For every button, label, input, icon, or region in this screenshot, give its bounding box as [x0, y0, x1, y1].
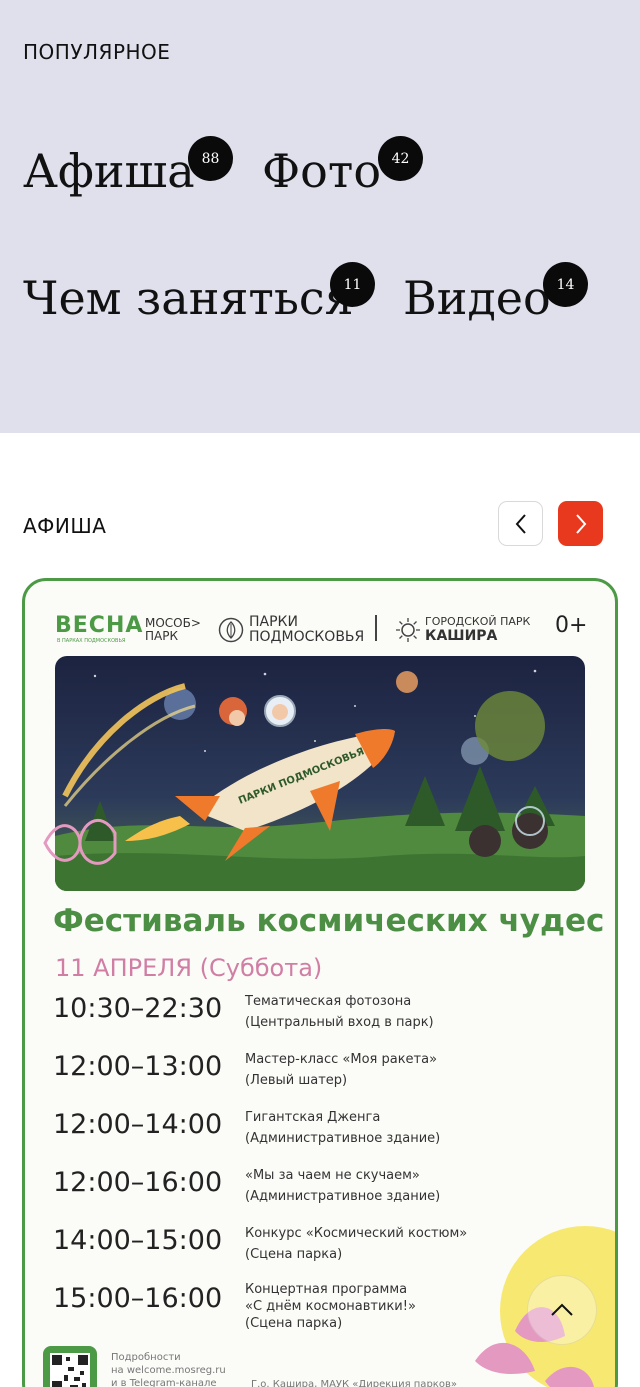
decorative-bow	[43, 818, 117, 865]
kashira-logo-name: КАШИРА	[425, 628, 498, 644]
poster-footer-details: Подробности на welcome.mosreg.ru и в Tel…	[111, 1351, 226, 1387]
schedule-description: «Мы за чаем не скучаем» (Административное…	[245, 1165, 440, 1207]
schedule-activity: Мастер-класс «Моя ракета»	[245, 1052, 438, 1067]
schedule-activity: Тематическая фотозона	[245, 994, 412, 1009]
footer-line: на welcome.mosreg.ru	[111, 1365, 226, 1376]
popular-link-photo[interactable]: Фото	[262, 148, 381, 194]
schedule-activity: Концертная программа	[245, 1282, 408, 1297]
schedule-location: (Административное здание)	[245, 1131, 441, 1146]
cat-character	[512, 813, 548, 849]
schedule-description: Тематическая фотозона (Центральный вход в…	[245, 991, 434, 1033]
schedule-location: (Сцена парка)	[245, 1316, 343, 1331]
kashira-park-logo: ГОРОДСКОЙ ПАРК КАШИРА	[395, 615, 545, 644]
chevron-left-icon	[515, 513, 526, 534]
kashira-logo-text: ГОРОДСКОЙ ПАРК КАШИРА	[425, 615, 545, 644]
schedule-time: 14:00–15:00	[53, 1225, 223, 1256]
poster-title: Фестиваль космических чудес	[53, 903, 605, 939]
qr-code-icon	[43, 1346, 97, 1387]
schedule-location: (Левый шатер)	[245, 1073, 348, 1088]
leaf-emblem-icon	[218, 617, 244, 643]
schedule-time: 12:00–13:00	[53, 1051, 223, 1082]
vesna-logo: ВЕСНА	[55, 613, 144, 638]
schedule-description: Концертная программа «С днём космонавтики…	[245, 1281, 416, 1332]
popular-section: ПОПУЛЯРНОЕ Афиша 88 Фото 42 Чем заняться…	[0, 0, 640, 433]
chevron-right-icon	[575, 513, 586, 534]
section-title-afisha: АФИША	[23, 514, 107, 538]
schedule-time: 12:00–14:00	[53, 1109, 223, 1140]
schedule-location: (Сцена парка)	[245, 1247, 343, 1262]
poster-illustration: ПАРКИ ПОДМОСКОВЬЯ	[55, 656, 585, 891]
schedule-description: Мастер-класс «Моя ракета» (Левый шатер)	[245, 1049, 437, 1091]
poster-date: 11 АПРЕЛЯ (Суббота)	[55, 954, 323, 982]
schedule-location: (Административное здание)	[245, 1189, 441, 1204]
popular-link-things-to-do[interactable]: Чем заняться	[23, 275, 354, 321]
footer-line: и в Telegram-канале	[111, 1378, 217, 1387]
sun-emblem-icon	[396, 617, 420, 642]
parki-podmoskovya-logo: ПАРКИ ПОДМОСКОВЬЯ	[218, 615, 399, 645]
poster-footer-organizer: Г.о. Кашира, МАУК «Дирекция парков»	[251, 1379, 457, 1387]
schedule-activity: Конкурс «Космический костюм»	[245, 1226, 468, 1241]
kashira-logo-top: ГОРОДСКОЙ ПАРК	[425, 615, 531, 628]
schedule-description: Гигантская Дженга (Административное здани…	[245, 1107, 440, 1149]
schedule-activity: Гигантская Дженга	[245, 1110, 381, 1125]
schedule-location: (Центральный вход в парк)	[245, 1015, 434, 1030]
planet-icon	[396, 671, 418, 693]
schedule-row: 12:00–14:00 Гигантская Дженга (Администра…	[53, 1107, 593, 1165]
section-title-popular: ПОПУЛЯРНОЕ	[23, 40, 171, 64]
schedule-row: 12:00–13:00 Мастер-класс «Моя ракета» (Ле…	[53, 1049, 593, 1107]
schedule-time: 12:00–16:00	[53, 1167, 223, 1198]
count-badge-photo: 42	[378, 136, 423, 181]
schedule-row: 10:30–22:30 Тематическая фотозона (Центра…	[53, 991, 593, 1049]
popular-link-video[interactable]: Видео	[403, 275, 551, 321]
chevron-up-icon	[551, 1303, 573, 1316]
schedule-description: Конкурс «Космический костюм» (Сцена парка…	[245, 1223, 467, 1265]
scroll-to-top-button[interactable]	[527, 1275, 597, 1345]
count-badge-afisha: 88	[188, 136, 233, 181]
event-card[interactable]: ВЕСНА В ПАРКАХ ПОДМОСКОВЬЯ МОСОБ> ПАРК П…	[22, 578, 618, 1387]
schedule-time: 15:00–16:00	[53, 1283, 223, 1314]
count-badge-video: 14	[543, 262, 588, 307]
footer-line: Подробности	[111, 1352, 181, 1363]
count-badge-things-to-do: 11	[330, 262, 375, 307]
afisha-section: АФИША ВЕСНА В ПАРКАХ ПОДМОСКОВЬЯ МОСОБ> …	[0, 433, 640, 1387]
popular-link-afisha[interactable]: Афиша	[23, 148, 195, 194]
carousel-prev-button[interactable]	[498, 501, 543, 546]
mosobl-park-logo: МОСОБ> ПАРК	[145, 616, 201, 643]
schedule-time: 10:30–22:30	[53, 993, 223, 1024]
space-rocket-illustration: ПАРКИ ПОДМОСКОВЬЯ	[55, 656, 585, 891]
cat-character	[469, 825, 501, 857]
vesna-logo-subtitle: В ПАРКАХ ПОДМОСКОВЬЯ	[57, 638, 126, 644]
carousel-next-button[interactable]	[558, 501, 603, 546]
age-rating: 0+	[555, 613, 588, 638]
schedule-activity: «Мы за чаем не скучаем»	[245, 1168, 420, 1183]
poster-logos: ВЕСНА В ПАРКАХ ПОДМОСКОВЬЯ МОСОБ> ПАРК П…	[55, 611, 595, 651]
schedule-activity-detail: «С днём космонавтики!»	[245, 1299, 416, 1314]
logo-divider	[375, 615, 377, 641]
